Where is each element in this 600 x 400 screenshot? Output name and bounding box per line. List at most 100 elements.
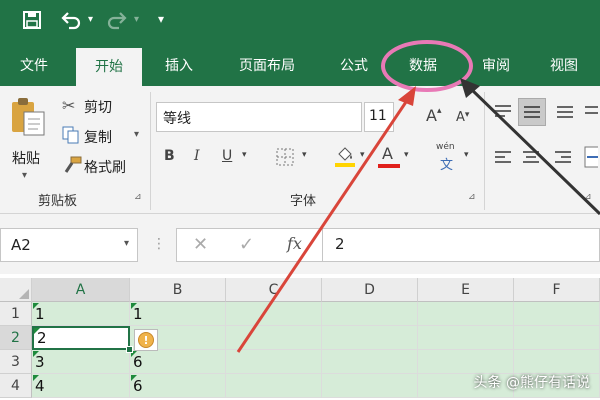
cell-d3[interactable] bbox=[322, 350, 418, 374]
save-icon[interactable] bbox=[22, 10, 42, 30]
format-painter-button[interactable]: 格式刷 bbox=[60, 156, 150, 178]
row-header-3[interactable]: 3 bbox=[0, 350, 32, 374]
phonetic-guide-icon[interactable]: wén 文 bbox=[436, 142, 462, 173]
format-painter-label: 格式刷 bbox=[84, 160, 126, 176]
cell-b3[interactable]: 6 bbox=[130, 350, 226, 374]
ribbon-tabs: 文件 开始 插入 页面布局 公式 数据 审阅 视图 bbox=[0, 46, 600, 86]
cell-a3[interactable]: 3 bbox=[32, 350, 130, 374]
copy-label: 复制 bbox=[84, 130, 112, 146]
borders-icon[interactable] bbox=[276, 148, 294, 170]
increase-font-icon[interactable]: A▴ bbox=[426, 106, 441, 125]
font-color-dropdown-icon[interactable]: ▾ bbox=[404, 150, 409, 160]
fill-handle[interactable] bbox=[126, 346, 133, 353]
cell-d1[interactable] bbox=[322, 302, 418, 326]
font-size-select[interactable]: 11 bbox=[364, 102, 394, 132]
merge-cells-icon[interactable] bbox=[584, 146, 600, 172]
font-name-select[interactable]: 等线 bbox=[156, 102, 362, 132]
undo-icon[interactable] bbox=[60, 10, 82, 30]
tab-view[interactable]: 视图 bbox=[538, 46, 590, 86]
cell-e2[interactable] bbox=[418, 326, 514, 350]
column-header-c[interactable]: C bbox=[226, 278, 322, 302]
group-separator bbox=[150, 92, 151, 210]
cell-c4[interactable] bbox=[226, 374, 322, 398]
insert-function-button[interactable]: fx bbox=[287, 234, 302, 253]
cell-d4[interactable] bbox=[322, 374, 418, 398]
cut-button[interactable]: ✂ 剪切 bbox=[60, 96, 140, 118]
font-color-icon[interactable]: A bbox=[378, 144, 400, 170]
customize-toolbar-icon[interactable]: ▾ bbox=[158, 12, 164, 26]
redo-icon[interactable] bbox=[106, 10, 128, 30]
fill-color-icon[interactable] bbox=[334, 144, 356, 172]
formula-bar-area: A2 ▾ ⋮ ✕ ✓ fx 2 bbox=[0, 214, 600, 274]
font-group-label: 字体 bbox=[290, 194, 317, 209]
underline-button[interactable]: U bbox=[222, 148, 232, 164]
enter-icon[interactable]: ✓ bbox=[239, 234, 254, 255]
formula-bar-grip-icon: ⋮ bbox=[152, 236, 166, 252]
paintbrush-icon bbox=[62, 156, 82, 178]
row-header-4[interactable]: 4 bbox=[0, 374, 32, 398]
cell-e1[interactable] bbox=[418, 302, 514, 326]
wrap-text-icon[interactable] bbox=[584, 104, 598, 124]
alignment-launcher-icon[interactable]: ⊿ bbox=[584, 192, 592, 202]
cell-a1[interactable]: 1 bbox=[32, 302, 130, 326]
cell-c2[interactable] bbox=[226, 326, 322, 350]
name-box-dropdown-icon[interactable]: ▾ bbox=[124, 238, 129, 249]
column-header-d[interactable]: D bbox=[322, 278, 418, 302]
tab-home[interactable]: 开始 bbox=[76, 48, 142, 86]
cell-f3[interactable] bbox=[514, 350, 600, 374]
name-box[interactable]: A2 ▾ bbox=[0, 228, 138, 262]
error-indicator-icon bbox=[33, 351, 39, 357]
cell-b1[interactable]: 1 bbox=[130, 302, 226, 326]
watermark-text: 头条 @熊仔有话说 bbox=[473, 375, 590, 391]
column-header-b[interactable]: B bbox=[130, 278, 226, 302]
error-smart-tag-button[interactable]: ! bbox=[134, 329, 158, 351]
clipboard-launcher-icon[interactable]: ⊿ bbox=[134, 192, 142, 202]
paste-button[interactable]: 粘贴 ▾ bbox=[8, 96, 48, 186]
undo-dropdown-icon[interactable]: ▾ bbox=[88, 14, 93, 25]
cell-c1[interactable] bbox=[226, 302, 322, 326]
formula-input[interactable]: 2 bbox=[322, 228, 600, 262]
cell-d2[interactable] bbox=[322, 326, 418, 350]
font-launcher-icon[interactable]: ⊿ bbox=[468, 192, 476, 202]
column-header-f[interactable]: F bbox=[514, 278, 600, 302]
formula-buttons: ✕ ✓ fx bbox=[176, 228, 322, 262]
cell-a4[interactable]: 4 bbox=[32, 374, 130, 398]
tab-data[interactable]: 数据 bbox=[394, 46, 452, 86]
row-header-1[interactable]: 1 bbox=[0, 302, 32, 326]
select-all-corner[interactable] bbox=[0, 278, 32, 302]
align-right-icon[interactable] bbox=[554, 150, 572, 170]
align-left-icon[interactable] bbox=[494, 150, 512, 170]
tab-insert[interactable]: 插入 bbox=[150, 46, 208, 86]
cell-b4[interactable]: 6 bbox=[130, 374, 226, 398]
tab-formulas[interactable]: 公式 bbox=[326, 46, 382, 86]
copy-dropdown-icon[interactable]: ▾ bbox=[134, 129, 139, 140]
redo-dropdown-icon[interactable]: ▾ bbox=[134, 14, 139, 25]
phonetic-dropdown-icon[interactable]: ▾ bbox=[464, 150, 469, 160]
copy-button[interactable]: 复制 ▾ bbox=[60, 126, 148, 148]
underline-dropdown-icon[interactable]: ▾ bbox=[242, 150, 247, 160]
tab-file[interactable]: 文件 bbox=[6, 46, 62, 86]
title-bar: ▾ ▾ ▾ bbox=[0, 0, 600, 46]
align-center-icon[interactable] bbox=[522, 150, 540, 170]
align-middle-icon[interactable] bbox=[518, 98, 546, 126]
align-bottom-icon[interactable] bbox=[556, 104, 574, 124]
fill-color-dropdown-icon[interactable]: ▾ bbox=[360, 150, 365, 160]
row-header-2[interactable]: 2 bbox=[0, 326, 32, 350]
tab-review[interactable]: 审阅 bbox=[470, 46, 522, 86]
cell-a2-active[interactable]: 2 bbox=[32, 326, 130, 350]
cell-e3[interactable] bbox=[418, 350, 514, 374]
clipboard-group-label: 剪贴板 bbox=[38, 194, 78, 209]
cancel-icon[interactable]: ✕ bbox=[193, 234, 208, 255]
cell-f1[interactable] bbox=[514, 302, 600, 326]
cell-c3[interactable] bbox=[226, 350, 322, 374]
decrease-font-icon[interactable]: A▾ bbox=[456, 110, 469, 125]
column-header-e[interactable]: E bbox=[418, 278, 514, 302]
borders-dropdown-icon[interactable]: ▾ bbox=[302, 150, 307, 160]
align-top-icon[interactable] bbox=[494, 104, 512, 124]
column-header-a[interactable]: A bbox=[32, 278, 130, 302]
paste-dropdown-icon[interactable]: ▾ bbox=[22, 170, 27, 181]
tab-page-layout[interactable]: 页面布局 bbox=[224, 46, 310, 86]
cell-f2[interactable] bbox=[514, 326, 600, 350]
italic-button[interactable]: I bbox=[194, 148, 200, 164]
bold-button[interactable]: B bbox=[164, 148, 175, 164]
